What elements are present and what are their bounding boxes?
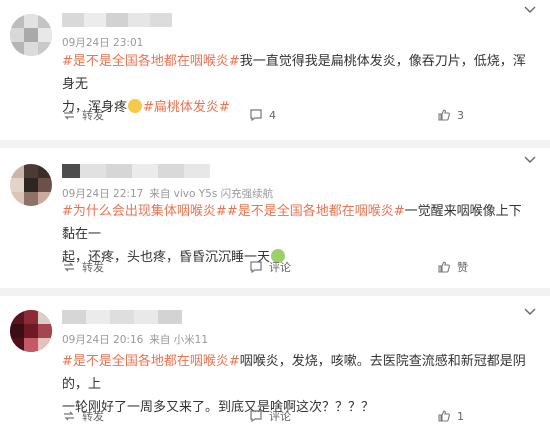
post-actions: 转发 评论 1 [0, 406, 550, 426]
chevron-down-icon[interactable] [524, 156, 536, 164]
post-meta: 09月24日 20:16 来自 小米11 [62, 332, 208, 347]
avatar-pixel [24, 28, 38, 42]
like-count: 1 [457, 409, 464, 423]
avatar-pixel [24, 14, 38, 28]
post-actions: 转发 4 3 [0, 105, 550, 125]
comment-icon [250, 109, 262, 122]
username-redacted[interactable] [62, 164, 210, 178]
repost-button[interactable]: 转发 [62, 257, 104, 277]
avatar-pixel [10, 310, 24, 324]
post-source: 来自 vivo Y5s 闪充强续航 [149, 188, 274, 200]
comment-label: 评论 [269, 261, 291, 274]
avatar-pixel [38, 14, 52, 28]
chevron-down-icon[interactable] [524, 6, 536, 14]
thumbs-up-icon [438, 410, 450, 422]
post-divider [0, 140, 550, 148]
post-meta: 09月24日 22:17 来自 vivo Y5s 闪充强续航 [62, 186, 273, 201]
repost-label: 转发 [82, 410, 104, 423]
avatar-pixel [24, 164, 38, 178]
repost-button[interactable]: 转发 [62, 105, 104, 125]
avatar-pixel [38, 178, 52, 192]
like-label: 赞 [457, 261, 468, 274]
avatar-pixel [10, 192, 24, 206]
thumbs-up-icon [438, 261, 450, 273]
username-redacted[interactable] [62, 13, 172, 27]
comment-icon [250, 261, 262, 274]
avatar-pixel [10, 28, 24, 42]
avatar-pixel [24, 178, 38, 192]
repost-icon [64, 110, 74, 120]
like-button[interactable]: 1 [437, 406, 464, 426]
avatar[interactable] [10, 14, 52, 56]
avatar-pixel [38, 310, 52, 324]
avatar-pixel [10, 178, 24, 192]
comment-button[interactable]: 评论 [249, 406, 291, 426]
comment-button[interactable]: 4 [249, 105, 276, 125]
repost-icon [64, 262, 74, 272]
avatar[interactable] [10, 164, 52, 206]
repost-label: 转发 [82, 109, 104, 122]
avatar-pixel [24, 338, 38, 352]
avatar-pixel [24, 192, 38, 206]
post-meta: 09月24日 23:01 [62, 35, 143, 50]
comment-button[interactable]: 评论 [249, 257, 291, 277]
post-source: 来自 小米11 [149, 334, 209, 346]
avatar-pixel [38, 28, 52, 42]
chevron-down-icon[interactable] [524, 308, 536, 316]
post-time[interactable]: 09月24日 22:17 [62, 188, 143, 200]
avatar-pixel [38, 324, 52, 338]
post-time[interactable]: 09月24日 20:16 [62, 334, 143, 346]
avatar-pixel [10, 14, 24, 28]
hashtag-link[interactable]: #为什么会出现集体咽喉炎# [62, 204, 227, 219]
repost-label: 转发 [82, 261, 104, 274]
comment-label: 评论 [269, 410, 291, 423]
avatar-pixel [10, 42, 24, 56]
post-1: 09月24日 23:01 #是不是全国各地都在咽喉炎#我一直觉得我是扁桃体发炎，… [0, 0, 550, 140]
avatar-pixel [38, 192, 52, 206]
hashtag-link[interactable]: #是不是全国各地都在咽喉炎# [62, 354, 240, 369]
comment-icon [250, 410, 262, 423]
like-button[interactable]: 赞 [437, 257, 468, 277]
like-button[interactable]: 3 [437, 105, 464, 125]
avatar-pixel [24, 42, 38, 56]
hashtag-link[interactable]: #是不是全国各地都在咽喉炎# [227, 204, 405, 219]
avatar-pixel [38, 42, 52, 56]
post-2: 09月24日 22:17 来自 vivo Y5s 闪充强续航 #为什么会出现集体咽… [0, 148, 550, 288]
avatar-pixel [38, 338, 52, 352]
post-actions: 转发 评论 赞 [0, 257, 550, 277]
avatar-pixel [10, 324, 24, 338]
post-divider [0, 288, 550, 296]
avatar-pixel [10, 164, 24, 178]
avatar-pixel [10, 338, 24, 352]
avatar[interactable] [10, 310, 52, 352]
avatar-pixel [24, 310, 38, 324]
repost-button[interactable]: 转发 [62, 406, 104, 426]
thumbs-up-icon [438, 109, 450, 121]
like-count: 3 [457, 108, 464, 122]
hashtag-link[interactable]: #是不是全国各地都在咽喉炎# [62, 54, 240, 69]
post-time[interactable]: 09月24日 23:01 [62, 37, 143, 49]
comment-count: 4 [269, 108, 276, 122]
repost-icon [64, 411, 74, 421]
avatar-pixel [24, 324, 38, 338]
avatar-pixel [38, 164, 52, 178]
post-3: 09月24日 20:16 来自 小米11 #是不是全国各地都在咽喉炎#咽喉炎，发烧… [0, 296, 550, 430]
username-redacted[interactable] [62, 310, 182, 324]
